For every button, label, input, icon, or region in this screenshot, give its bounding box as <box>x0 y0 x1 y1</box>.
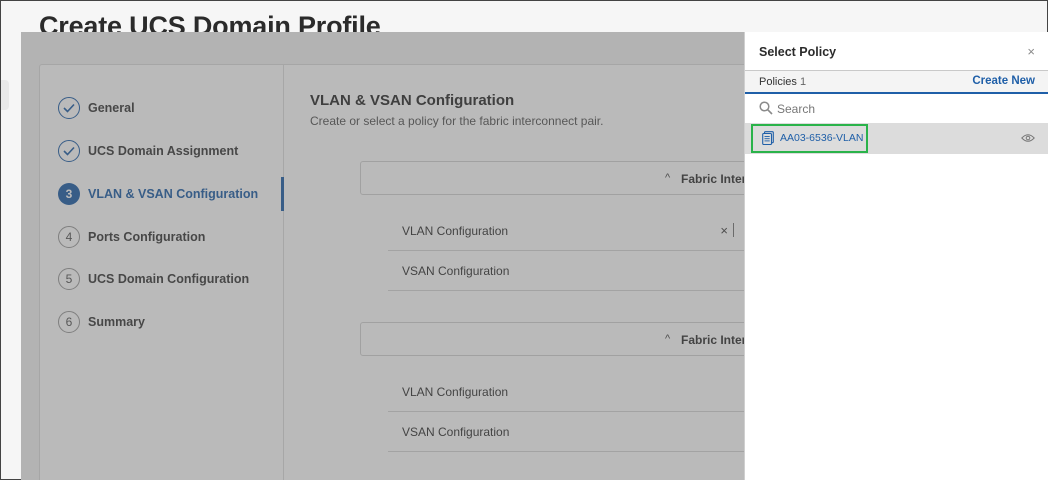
policies-header: Policies 1 Create New <box>745 71 1048 94</box>
search-icon <box>759 101 773 115</box>
modal-overlay[interactable] <box>21 32 745 480</box>
policies-count: 1 <box>800 76 807 88</box>
policy-document-icon <box>762 131 774 145</box>
policy-name-link[interactable]: AA03-6536-VLAN <box>780 132 863 144</box>
eye-icon[interactable] <box>1021 133 1035 143</box>
left-edge-tab[interactable] <box>1 80 9 110</box>
create-new-button[interactable]: Create New <box>972 75 1035 87</box>
select-policy-drawer: Select Policy × Policies 1 Create New AA… <box>744 32 1048 480</box>
policies-label: Policies <box>759 76 797 88</box>
close-icon[interactable]: × <box>1027 44 1035 59</box>
search-input[interactable] <box>777 98 1037 120</box>
search-bar <box>745 96 1048 122</box>
drawer-title: Select Policy <box>759 45 837 59</box>
policy-list-item[interactable]: AA03-6536-VLAN <box>745 123 1048 154</box>
